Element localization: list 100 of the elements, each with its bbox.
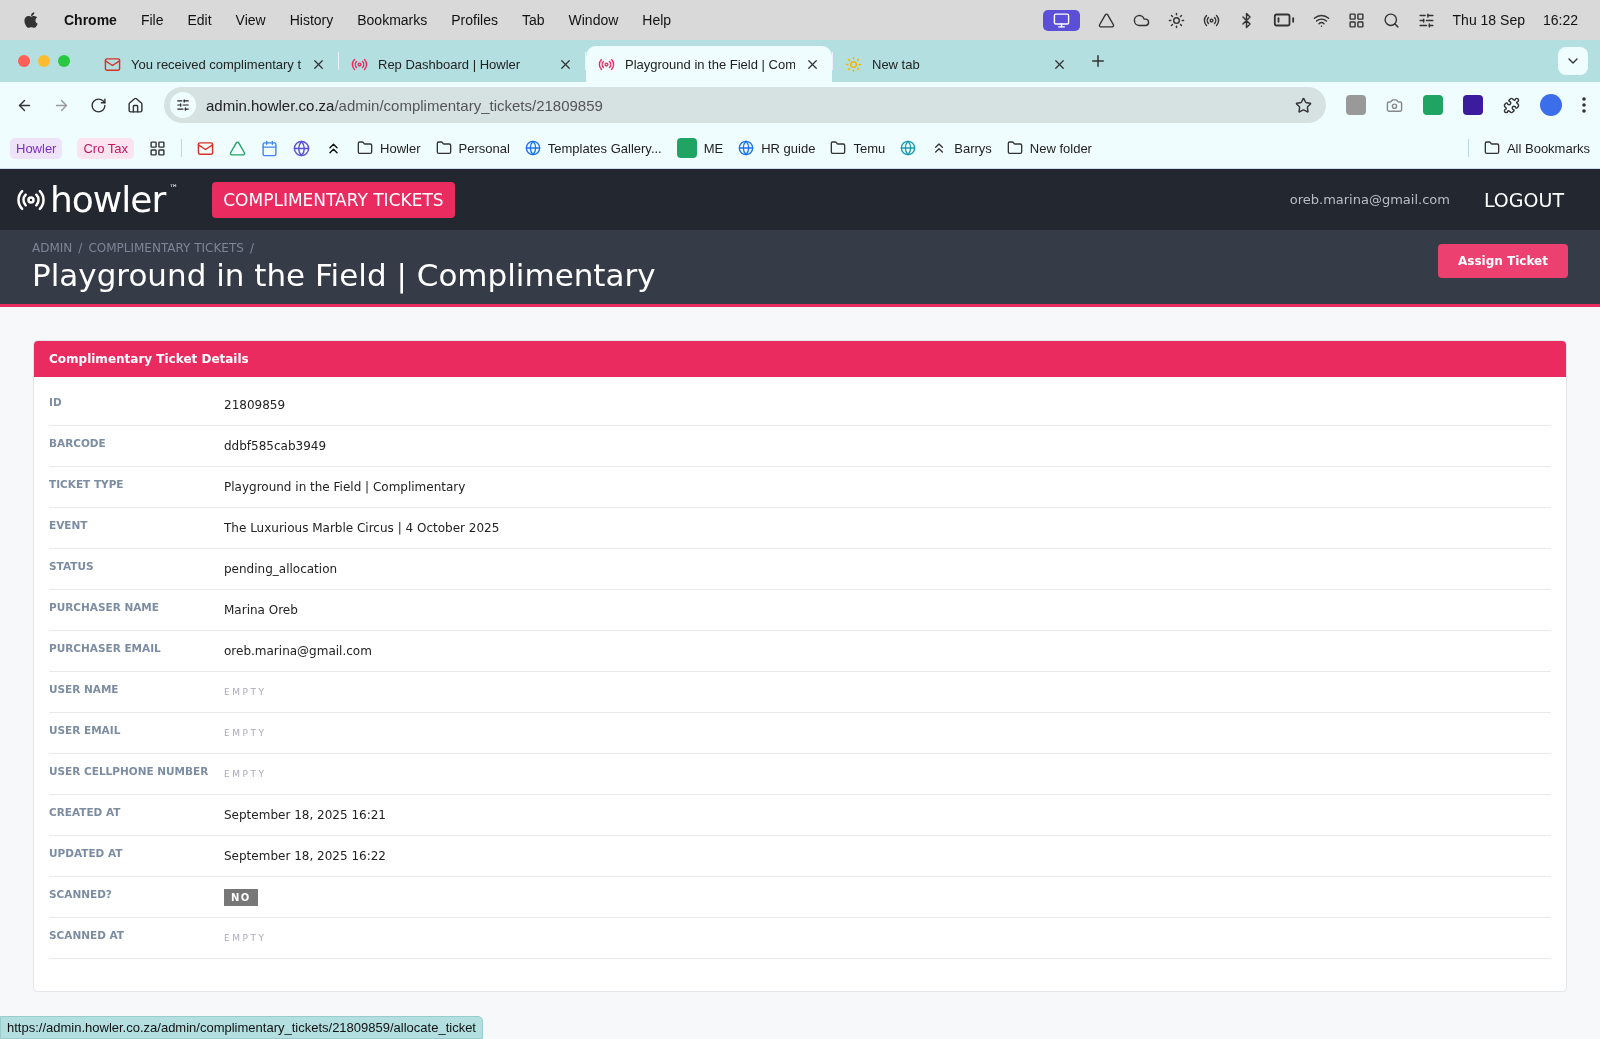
bookmark-folder[interactable]: Howler	[357, 140, 421, 156]
tab-title: Rep Dashboard | Howler	[378, 56, 522, 72]
site-settings-icon[interactable]	[170, 92, 196, 118]
field-label: SCANNED?	[49, 887, 112, 901]
field-label: ID	[49, 395, 62, 409]
folder-icon	[435, 140, 452, 156]
field-label: PURCHASER EMAIL	[49, 641, 161, 655]
field-value: 21809859	[224, 398, 287, 412]
folder-icon	[1483, 140, 1500, 156]
bookmark-label: ME	[703, 140, 724, 156]
globe-icon	[524, 140, 541, 156]
empty-value: EMPTY	[224, 687, 268, 697]
camera-icon	[1386, 96, 1403, 114]
field-value: pending_allocation	[224, 562, 339, 576]
profile-avatar[interactable]	[1540, 94, 1562, 116]
browser-tab[interactable]: New tab	[833, 46, 1079, 82]
menu-item[interactable]: Profiles	[451, 12, 498, 28]
section-button[interactable]: COMPLIMENTARY TICKETS	[212, 181, 455, 218]
address-bar[interactable]: admin.howler.co.za/admin/complimentary_tickets/21809859	[164, 87, 1326, 123]
bookmark-folder[interactable]: Temu	[830, 140, 886, 156]
field-label: USER EMAIL	[49, 723, 121, 737]
menu-bar-time: 16:22	[1542, 12, 1578, 28]
user-email: oreb.marina@gmail.com	[1289, 192, 1450, 207]
bookmark-link[interactable]: HR guide	[738, 140, 816, 156]
bookmark-label: Temu	[853, 140, 886, 156]
field-value: The Luxurious Marble Circus | 4 October 2025	[224, 521, 501, 535]
field-value: oreb.marina@gmail.com	[224, 644, 373, 658]
reload-icon	[90, 96, 107, 114]
menu-item[interactable]: Window	[568, 12, 619, 28]
bookmark-folder[interactable]: All Bookmarks	[1483, 140, 1590, 156]
field-label: STATUS	[49, 559, 94, 573]
sun-icon	[845, 55, 862, 73]
globe-icon[interactable]	[900, 140, 917, 156]
screen-share-icon[interactable]	[1042, 9, 1080, 31]
bookmark-link[interactable]: Templates Gallery...	[524, 140, 662, 156]
extension-icon[interactable]	[1463, 95, 1483, 115]
bookmark-chip[interactable]: Howler	[10, 137, 63, 159]
more-icon[interactable]	[1582, 97, 1586, 113]
card-header: Complimentary Ticket Details	[34, 341, 1566, 377]
link-status-url: https://admin.howler.co.za/admin/complimentary_tickets/21809859/allocate_ticket	[0, 1016, 483, 1039]
empty-value: EMPTY	[224, 769, 268, 779]
bookmark-label: Barrys	[954, 140, 992, 156]
browser-tab[interactable]: Rep Dashboard | Howler	[339, 46, 585, 82]
status-badge: NO	[224, 888, 258, 906]
bookmark-folder[interactable]: Personal	[435, 140, 510, 156]
field-label: CREATED AT	[49, 805, 121, 819]
menu-item[interactable]: File	[140, 12, 164, 28]
calendar-icon[interactable]	[261, 139, 279, 157]
field-label: SCANNED AT	[49, 928, 124, 942]
new-tab-icon[interactable]	[1089, 52, 1107, 70]
menu-bar-date: Thu 18 Sep	[1452, 12, 1525, 28]
globe-icon	[738, 140, 755, 156]
field-label: PURCHASER NAME	[49, 600, 159, 614]
menu-item[interactable]: Tab	[521, 12, 545, 28]
mail-icon[interactable]	[197, 139, 215, 157]
tab-title: New tab	[872, 56, 921, 72]
bookmark-label: Templates Gallery...	[547, 140, 662, 156]
howler-logo[interactable]: howler™	[16, 179, 179, 220]
menu-item[interactable]: Bookmarks	[357, 12, 428, 28]
tab-list-button[interactable]	[1558, 47, 1588, 75]
folder-icon	[830, 140, 847, 156]
menu-item[interactable]: History	[289, 12, 334, 28]
control-center-icon	[1417, 11, 1435, 29]
bookmark-link[interactable]: ME	[676, 138, 724, 158]
apple-logo-icon[interactable]	[22, 11, 40, 29]
home-icon	[127, 96, 144, 114]
sheet-icon	[676, 138, 697, 158]
bookmark-chip[interactable]: Cro Tax	[77, 137, 135, 159]
triangle-icon[interactable]	[229, 139, 247, 157]
browser-tab[interactable]: You received complimentary t	[92, 46, 338, 82]
field-label: USER CELLPHONE NUMBER	[49, 764, 209, 778]
bookmark-folder[interactable]: New folder	[1006, 140, 1092, 156]
field-value: ddbf585cab3949	[224, 439, 328, 453]
menu-item[interactable]: Edit	[187, 12, 212, 28]
field-label: USER NAME	[49, 682, 119, 696]
extensions-icon	[1503, 96, 1520, 114]
apps-grid-icon[interactable]	[149, 139, 167, 157]
bookmark-link[interactable]: Barrys	[931, 140, 992, 156]
field-value: September 18, 2025 16:22	[224, 849, 387, 863]
bookmark-label: Howler	[380, 140, 421, 156]
browser-tab[interactable]: Playground in the Field | Com	[586, 46, 832, 82]
field-value: September 18, 2025 16:21	[224, 808, 387, 822]
triangle-icon	[1097, 11, 1115, 29]
menu-item[interactable]: View	[235, 12, 266, 28]
folder-icon	[357, 140, 374, 156]
assign-ticket-button[interactable]: Assign Ticket	[1438, 244, 1568, 278]
empty-value: EMPTY	[224, 728, 268, 738]
breadcrumb-separator: /	[249, 241, 254, 255]
search-icon	[1382, 11, 1400, 29]
tab-title: Playground in the Field | Com	[625, 56, 795, 72]
menu-item[interactable]: Chrome	[64, 12, 117, 28]
menu-item[interactable]: Help	[642, 12, 672, 28]
breadcrumb-separator: /	[78, 241, 83, 255]
star-icon	[1295, 96, 1312, 114]
field-value: Marina Oreb	[224, 603, 299, 617]
page-title: Playground in the Field | Complimentary	[32, 257, 657, 293]
field-label: EVENT	[49, 518, 88, 532]
logout-link[interactable]: LOGOUT	[1483, 188, 1564, 211]
tab-title: You received complimentary t	[131, 56, 301, 72]
empty-value: EMPTY	[224, 933, 268, 943]
